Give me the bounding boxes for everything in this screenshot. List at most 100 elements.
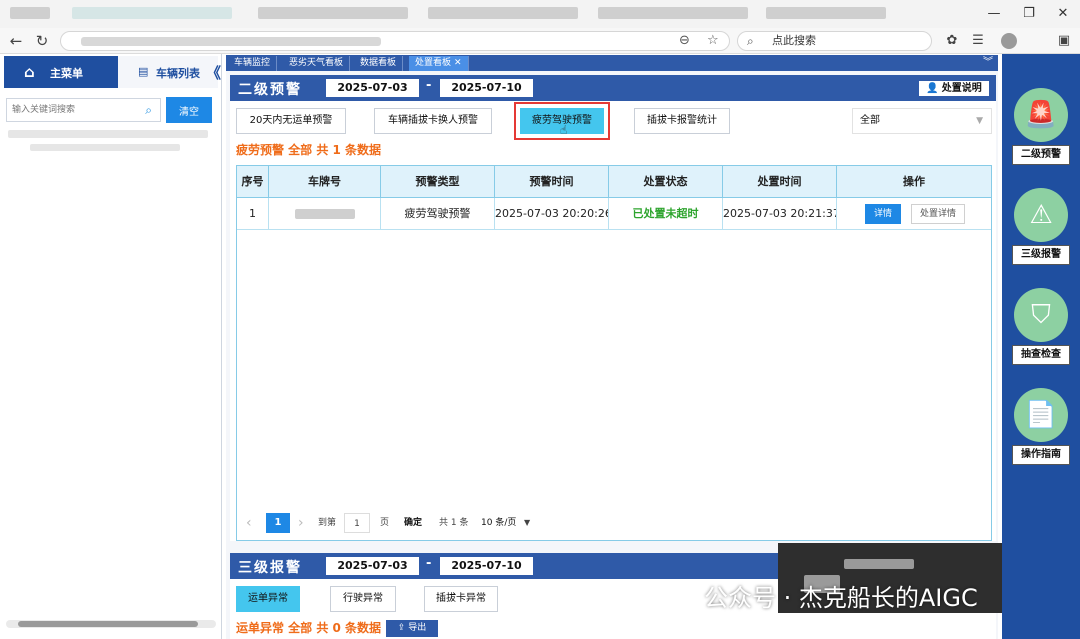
page-tab-strip: 车辆监控 恶劣天气看板 数据看板 处置看板 ✕ — [226, 55, 998, 71]
filter-card-anomaly-button[interactable]: 插拔卡异常 — [424, 586, 498, 612]
confirm-button[interactable]: 确定 — [404, 513, 422, 533]
filter-card-stats-button[interactable]: 插拔卡报警统计 — [634, 108, 730, 134]
level3-summary: 运单异常 全部 共 0 条数据 — [236, 621, 382, 635]
clear-button[interactable]: 清空 — [166, 97, 212, 123]
level2-header: 二级预警 2025-07-03 - 2025-07-10 👤 处置说明 — [230, 75, 996, 101]
browser-tab[interactable] — [598, 7, 748, 19]
detail-button[interactable]: 详情 — [865, 204, 901, 224]
main-menu-label: 主菜单 — [50, 67, 83, 80]
goto-page-input[interactable]: 1 — [344, 513, 370, 533]
browser-tab[interactable] — [428, 7, 578, 19]
refresh-icon[interactable]: ↻ — [32, 31, 52, 51]
favorite-star-icon[interactable]: ☆ — [707, 33, 719, 48]
url-text — [81, 37, 381, 46]
browser-tab[interactable] — [72, 7, 232, 19]
goto-label: 到第 — [318, 518, 337, 528]
tab-data-board[interactable]: 数据看板 — [354, 56, 404, 71]
watermark: 公众号 · 杰克船长的AIGC — [656, 578, 1056, 618]
level3-title: 三级报警 — [238, 560, 302, 576]
chevron-down-icon[interactable]: ▼ — [524, 513, 530, 533]
level2-date-from[interactable]: 2025-07-03 — [326, 79, 419, 97]
prev-page-icon[interactable]: ‹ — [246, 513, 252, 533]
address-bar[interactable]: ⊖ ☆ — [60, 31, 730, 51]
row-plate — [269, 198, 381, 230]
left-sidebar: ⌂ 主菜单 ▤ 车辆列表 《 输入关键词搜索 ⌕ 清空 — [0, 54, 222, 639]
mouse-cursor-icon: ☝ — [560, 123, 568, 137]
document-pointer-icon: 📄 — [1014, 388, 1068, 442]
disposal-help-button[interactable]: 👤 处置说明 — [918, 80, 990, 97]
browser-tab[interactable] — [258, 7, 408, 19]
level3-date-to[interactable]: 2025-07-10 — [440, 557, 533, 575]
user-icon: 👤 — [926, 83, 939, 94]
tab-label: 恶劣天气看板 — [289, 58, 344, 68]
home-icon: ⌂ — [24, 63, 35, 81]
status-select[interactable]: 全部 ▼ — [852, 108, 992, 134]
overlay-blurred-text — [844, 559, 914, 569]
browser-search-placeholder: 点此搜索 — [772, 34, 816, 47]
close-tab-icon[interactable]: ✕ — [454, 58, 462, 68]
sidebar-toggle-icon[interactable]: ▣ — [1054, 31, 1074, 51]
search-icon[interactable]: ⌕ — [145, 99, 152, 121]
tab-vehicle-monitor[interactable]: 车辆监控 — [228, 56, 278, 71]
row-alert-time: 2025-07-03 20:20:26 — [495, 198, 609, 230]
level2-panel: 20天内无运单预警 车辆插拔卡换人预警 疲劳驾驶预警 ☝ 插拔卡报警统计 全部 … — [230, 101, 996, 541]
browser-tab[interactable] — [10, 7, 50, 19]
sidebar-search-input[interactable]: 输入关键词搜索 ⌕ — [6, 98, 161, 122]
zoom-icon[interactable]: ⊖ — [679, 33, 690, 48]
plate-blurred — [294, 209, 355, 219]
close-window-icon[interactable]: ✕ — [1052, 5, 1074, 23]
browser-tab[interactable] — [766, 7, 886, 19]
scrollbar-thumb[interactable] — [18, 621, 198, 627]
filter-waybill-anomaly-button[interactable]: 运单异常 — [236, 586, 300, 612]
next-page-icon[interactable]: › — [298, 513, 304, 533]
tree-item[interactable] — [8, 130, 208, 138]
collapse-sidebar-icon[interactable]: 《 — [206, 62, 221, 83]
page-size-select[interactable]: 10 条/页 — [481, 513, 516, 533]
col-type: 预警类型 — [381, 166, 495, 198]
level3-date-from[interactable]: 2025-07-03 — [326, 557, 419, 575]
col-handle-time: 处置时间 — [723, 166, 837, 198]
minimize-icon[interactable]: — — [983, 5, 1005, 23]
level2-title: 二级预警 — [238, 82, 302, 98]
tab-label: 车辆监控 — [234, 58, 271, 68]
tree-item[interactable] — [30, 144, 180, 151]
rail-label: 操作指南 — [1012, 445, 1070, 465]
watermark-text: 公众号 · 杰克船长的AIGC — [704, 584, 978, 612]
row-status: 已处置未超时 — [609, 198, 723, 230]
profile-avatar[interactable] — [1001, 33, 1017, 49]
export-button[interactable]: ⇪ 导出 — [386, 620, 438, 637]
right-quick-rail: 🚨 二级预警 ⚠ 三级报警 ⛉ 抽查检查 📄 操作指南 — [1002, 54, 1080, 639]
vehicle-list-tab[interactable]: ▤ 车辆列表 《 — [118, 56, 221, 88]
level2-date-to[interactable]: 2025-07-10 — [440, 79, 533, 97]
horizontal-scrollbar[interactable] — [6, 620, 216, 628]
warning-triangle-icon: ⚠ — [1014, 188, 1068, 242]
vehicle-icon: ▤ — [138, 65, 149, 78]
filter-no-waybill-button[interactable]: 20天内无运单预警 — [236, 108, 346, 134]
shield-search-icon: ⛉ — [1014, 288, 1068, 342]
wechat-logo-icon — [656, 587, 685, 609]
filter-driving-anomaly-button[interactable]: 行驶异常 — [330, 586, 396, 612]
current-page[interactable]: 1 — [266, 513, 290, 533]
status-select-value: 全部 — [860, 115, 880, 126]
pagination: ‹ 1 › 到第 1 页 确定 共 1 条 10 条/页 ▼ — [236, 509, 992, 537]
handle-detail-button[interactable]: 处置详情 — [911, 204, 965, 224]
browser-search-input[interactable]: ⌕ 点此搜索 — [737, 31, 932, 51]
tab-weather-board[interactable]: 恶劣天气看板 — [283, 56, 351, 71]
tabs-dropdown-icon[interactable]: ︾ — [981, 55, 995, 71]
export-label: 导出 — [408, 623, 427, 633]
extensions-icon[interactable]: ✿ — [942, 31, 962, 51]
date-separator: - — [426, 556, 432, 571]
rail-label: 抽查检查 — [1012, 345, 1070, 365]
filter-card-swap-button[interactable]: 车辆插拔卡换人预警 — [374, 108, 492, 134]
tab-disposal-board[interactable]: 处置看板 ✕ — [409, 56, 469, 71]
col-index: 序号 — [237, 166, 269, 198]
back-icon[interactable]: ← — [6, 31, 26, 51]
maximize-icon[interactable]: ❐ — [1018, 5, 1040, 23]
alarm-light-icon: 🚨 — [1014, 88, 1068, 142]
browser-toolbar: ← ↻ ⊖ ☆ ⌕ 点此搜索 — [0, 28, 1080, 54]
date-separator: - — [426, 78, 432, 93]
chevron-down-icon: ▼ — [976, 116, 983, 126]
favorites-icon[interactable]: ☰ — [968, 31, 988, 51]
main-menu-tab[interactable]: ⌂ 主菜单 — [4, 56, 118, 88]
row-actions: 详情 处置详情 — [837, 198, 991, 230]
